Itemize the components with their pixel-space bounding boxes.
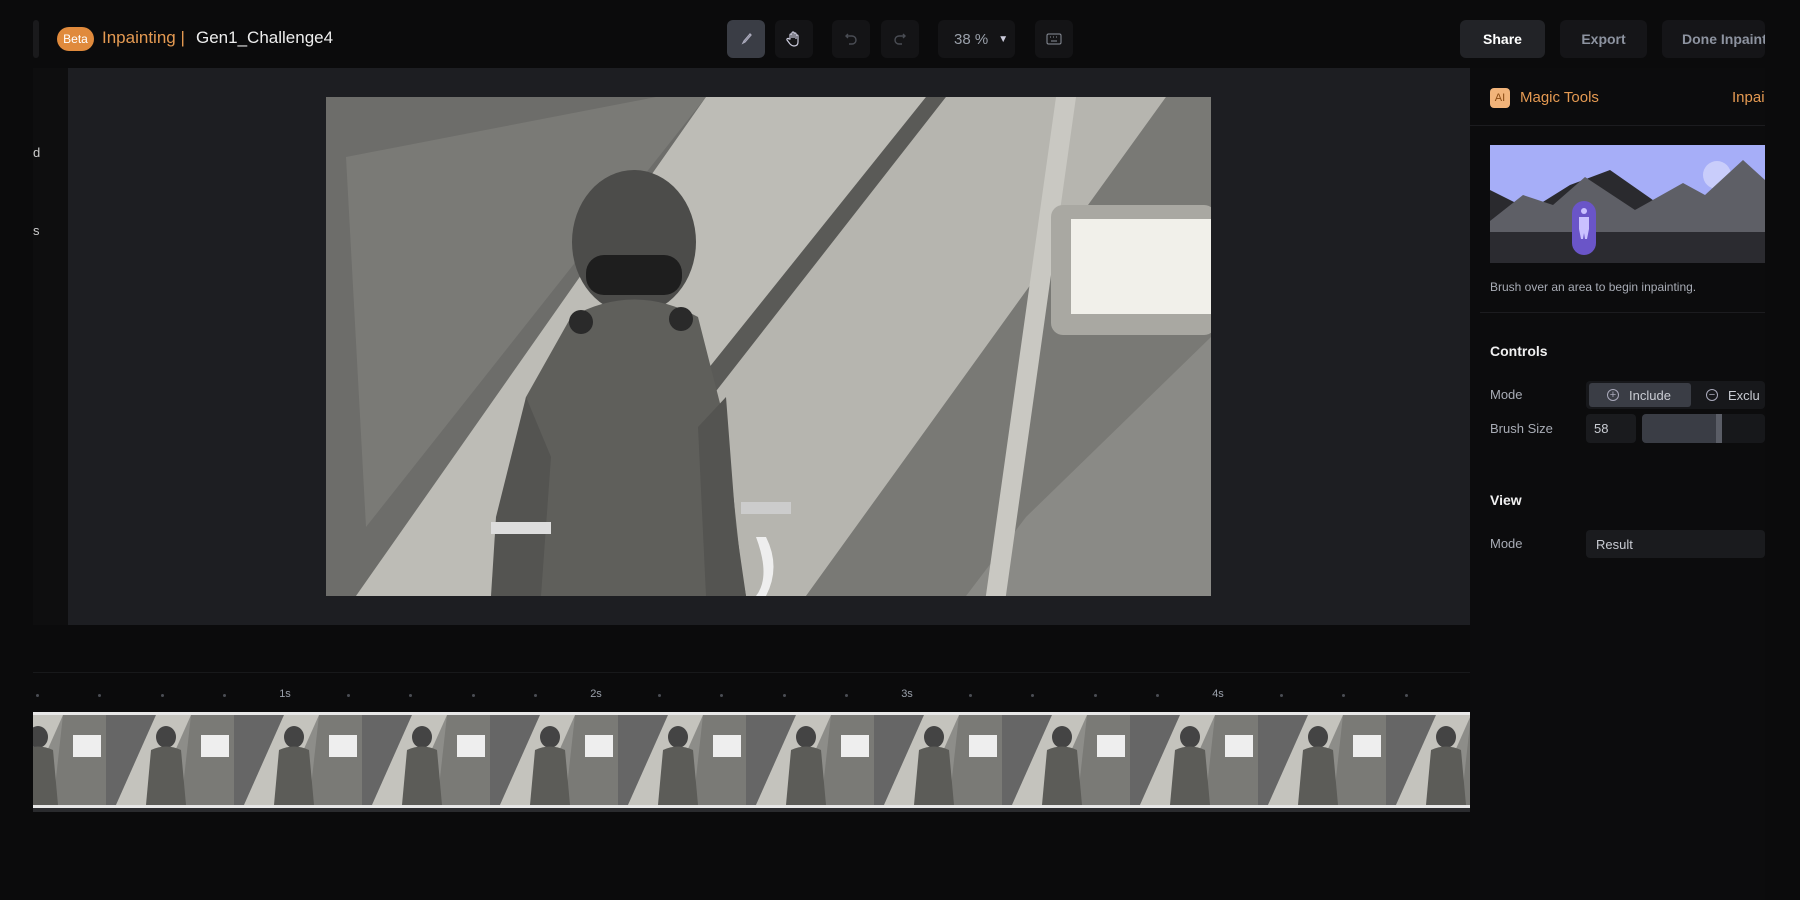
ruler-dot bbox=[1342, 694, 1346, 697]
filmstrip-thumbnail bbox=[33, 715, 106, 805]
time-ruler[interactable]: 1s 2s 3s 4s bbox=[33, 680, 1470, 710]
include-option[interactable]: + Include bbox=[1589, 383, 1691, 407]
done-inpainting-button[interactable]: Done Inpaint bbox=[1662, 20, 1765, 58]
brush-tool-button[interactable] bbox=[727, 20, 765, 58]
filmstrip-thumbnail bbox=[1002, 715, 1130, 805]
tab-inpainting[interactable]: Inpai bbox=[1732, 89, 1765, 106]
ruler-dot bbox=[658, 694, 662, 697]
ruler-dot bbox=[1404, 694, 1408, 697]
sidebar-toggle[interactable] bbox=[33, 20, 39, 58]
mode-toggle[interactable]: + Include − Exclu bbox=[1586, 381, 1765, 409]
exclude-option[interactable]: − Exclu bbox=[1691, 388, 1760, 403]
tick-label: 4s bbox=[1212, 688, 1224, 700]
ruler-dot bbox=[409, 694, 413, 697]
mode-label: Mode bbox=[1490, 387, 1523, 402]
export-button[interactable]: Export bbox=[1560, 20, 1647, 58]
ruler-dot bbox=[36, 694, 40, 697]
controls-heading: Controls bbox=[1490, 343, 1548, 359]
filmstrip-thumbnail bbox=[1130, 715, 1258, 805]
zoom-value: 38 % bbox=[954, 30, 989, 48]
filmstrip-thumbnail bbox=[234, 715, 362, 805]
filmstrip-thumbnail bbox=[618, 715, 746, 805]
filmstrip-thumbnail bbox=[746, 715, 874, 805]
ruler-dot bbox=[160, 694, 164, 697]
video-frame[interactable] bbox=[326, 97, 1211, 596]
brush-size-input[interactable]: 58 bbox=[1586, 414, 1636, 443]
zoom-select[interactable]: 38 % ▼ bbox=[938, 20, 1015, 58]
hand-tool-button[interactable] bbox=[775, 20, 813, 58]
view-heading: View bbox=[1490, 492, 1522, 508]
inpainting-illustration bbox=[1490, 145, 1765, 263]
ruler-dot bbox=[1093, 694, 1097, 697]
ruler-dot bbox=[782, 694, 786, 697]
filmstrip-thumbnail bbox=[1258, 715, 1386, 805]
keyboard-shortcuts-button[interactable] bbox=[1035, 20, 1073, 58]
right-panel: AI Magic Tools Inpai Brush over an area … bbox=[1470, 68, 1765, 900]
filmstrip-thumbnail bbox=[106, 715, 234, 805]
brush-icon bbox=[741, 33, 752, 45]
redo-button[interactable] bbox=[881, 20, 919, 58]
slider-fill[interactable] bbox=[1642, 414, 1722, 443]
include-label: Include bbox=[1629, 387, 1671, 403]
plus-circle-icon: + bbox=[1607, 389, 1619, 401]
ruler-dot bbox=[720, 694, 724, 697]
filmstrip-thumbnail bbox=[874, 715, 1002, 805]
tick-label: 2s bbox=[590, 688, 602, 700]
redo-icon bbox=[894, 33, 906, 45]
ruler-dot bbox=[98, 694, 102, 697]
ruler-dot bbox=[969, 694, 973, 697]
beta-badge: Beta bbox=[57, 27, 94, 51]
ruler-dot bbox=[1155, 694, 1159, 697]
left-panel-item-fragment[interactable]: s bbox=[33, 223, 40, 238]
ai-badge: AI bbox=[1490, 88, 1510, 108]
undo-icon bbox=[845, 33, 857, 45]
view-mode-select[interactable]: Result bbox=[1586, 530, 1765, 558]
top-bar: Beta Inpainting | Gen1_Challenge4 38 % ▼… bbox=[0, 0, 1800, 68]
keyboard-icon bbox=[1046, 33, 1062, 45]
brush-size-label: Brush Size bbox=[1490, 421, 1553, 436]
left-panel: d s bbox=[33, 68, 68, 625]
ruler-dot bbox=[222, 694, 226, 697]
magic-tools-title: Magic Tools bbox=[1520, 89, 1599, 106]
hand-icon bbox=[786, 31, 799, 47]
ruler-dot bbox=[347, 694, 351, 697]
ruler-dot bbox=[1280, 694, 1284, 697]
minus-circle-icon: − bbox=[1706, 389, 1718, 401]
filmstrip[interactable] bbox=[33, 712, 1470, 808]
timeline[interactable]: 1s 2s 3s 4s bbox=[33, 625, 1470, 880]
project-title[interactable]: Gen1_Challenge4 bbox=[196, 28, 333, 48]
view-mode-label: Mode bbox=[1490, 536, 1523, 551]
brush-size-slider[interactable] bbox=[1642, 414, 1765, 443]
filmstrip-thumbnail bbox=[362, 715, 490, 805]
ruler-dot bbox=[1031, 694, 1035, 697]
tick-label: 3s bbox=[901, 688, 913, 700]
section-title: Inpainting | bbox=[102, 28, 185, 47]
hint-text: Brush over an area to begin inpainting. bbox=[1490, 280, 1697, 294]
left-panel-item-fragment[interactable]: d bbox=[33, 145, 40, 160]
exclude-label: Exclu bbox=[1728, 387, 1760, 403]
chevron-down-icon: ▼ bbox=[998, 33, 1009, 45]
tick-label: 1s bbox=[279, 688, 291, 700]
ruler-dot bbox=[844, 694, 848, 697]
ruler-dot bbox=[533, 694, 537, 697]
canvas-area[interactable] bbox=[68, 68, 1470, 625]
undo-button[interactable] bbox=[832, 20, 870, 58]
filmstrip-thumbnail bbox=[1386, 715, 1470, 805]
share-button[interactable]: Share bbox=[1460, 20, 1545, 58]
ruler-dot bbox=[471, 694, 475, 697]
filmstrip-thumbnail bbox=[490, 715, 618, 805]
